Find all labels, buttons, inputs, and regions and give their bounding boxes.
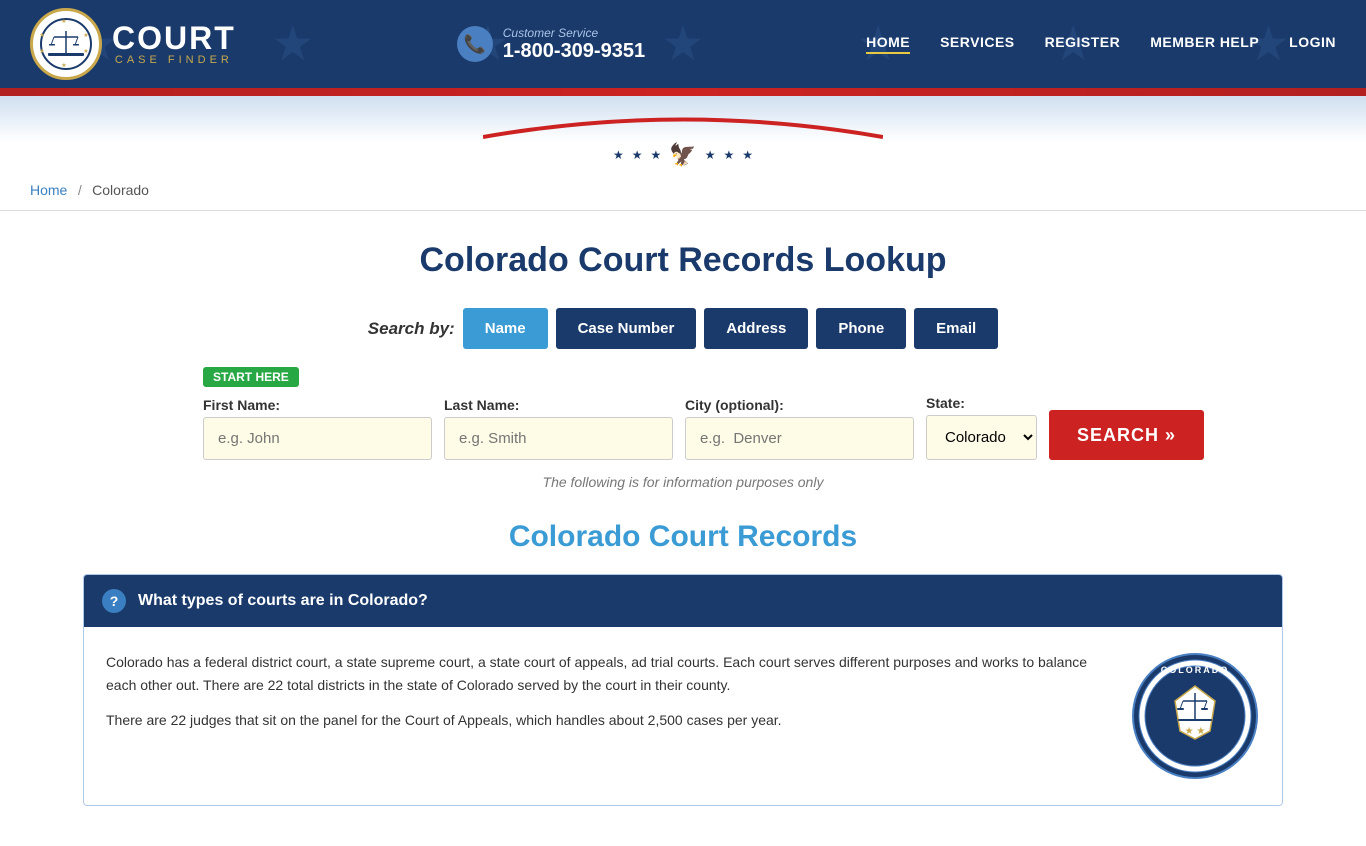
faq-item-1: ? What types of courts are in Colorado? …	[83, 574, 1283, 806]
tab-name[interactable]: Name	[463, 308, 548, 349]
start-here-badge: START HERE	[203, 367, 299, 387]
state-group: State: Colorado	[926, 395, 1037, 460]
logo-icon: ★ ★ ★ ★ ★ ★	[30, 8, 102, 80]
city-group: City (optional):	[685, 397, 914, 460]
search-button[interactable]: SEARCH »	[1049, 410, 1204, 460]
eagle-star-left-2: ★	[632, 148, 643, 162]
logo[interactable]: ★ ★ ★ ★ ★ ★ COURT CASE FINDER	[30, 8, 236, 80]
logo-court-text: COURT	[112, 22, 236, 54]
phone-icon: 📞	[457, 26, 493, 62]
logo-text: COURT CASE FINDER	[112, 22, 236, 66]
faq-container: ? What types of courts are in Colorado? …	[83, 574, 1283, 806]
svg-text:★: ★	[39, 32, 44, 39]
svg-text:★: ★	[83, 32, 88, 39]
tab-phone[interactable]: Phone	[816, 308, 906, 349]
breadcrumb-current: Colorado	[92, 182, 149, 198]
last-name-label: Last Name:	[444, 397, 673, 413]
search-by-label: Search by:	[368, 319, 455, 339]
page-title: Colorado Court Records Lookup	[20, 241, 1346, 280]
faq-body-text-1: Colorado has a federal district court, a…	[106, 651, 1110, 781]
faq-body-1: Colorado has a federal district court, a…	[84, 627, 1282, 805]
faq-para-2: There are 22 judges that sit on the pane…	[106, 709, 1110, 732]
eagle-arc-svg	[483, 102, 883, 142]
customer-service-text: Customer Service 1-800-309-9351	[503, 26, 645, 63]
form-row: First Name: Last Name: City (optional): …	[203, 395, 1163, 460]
eagle-star-right-2: ★	[723, 148, 734, 162]
faq-header-text-1: What types of courts are in Colorado?	[138, 592, 428, 610]
nav-member-help[interactable]: MEMBER HELP	[1150, 34, 1259, 54]
tab-email[interactable]: Email	[914, 308, 998, 349]
first-name-label: First Name:	[203, 397, 432, 413]
star-2: ★	[271, 16, 314, 72]
last-name-input[interactable]	[444, 417, 673, 460]
eagle-stars-row: ★ ★ ★ 🦅 ★ ★ ★	[613, 142, 753, 168]
tab-case-number[interactable]: Case Number	[556, 308, 697, 349]
breadcrumb-separator: /	[78, 182, 82, 198]
eagle-banner: ★ ★ ★ 🦅 ★ ★ ★	[0, 96, 1366, 172]
state-select[interactable]: Colorado	[926, 415, 1037, 460]
main-content: Colorado Court Records Lookup Search by:…	[0, 211, 1366, 846]
first-name-input[interactable]	[203, 417, 432, 460]
eagle-star-right-3: ★	[742, 148, 753, 162]
eagle-star-left-1: ★	[613, 148, 624, 162]
info-note: The following is for information purpose…	[203, 474, 1163, 490]
eagle-star-right-1: ★	[705, 148, 716, 162]
breadcrumb-home[interactable]: Home	[30, 182, 67, 198]
site-header: ★ ★ ★ ★ ★ ★ ★ ★ ★ ★ ★ ★ ★	[0, 0, 1366, 88]
eagle-star-left-3: ★	[651, 148, 662, 162]
form-area: START HERE First Name: Last Name: City (…	[203, 367, 1163, 460]
first-name-group: First Name:	[203, 397, 432, 460]
main-nav: HOME SERVICES REGISTER MEMBER HELP LOGIN	[866, 34, 1336, 54]
nav-services[interactable]: SERVICES	[940, 34, 1015, 54]
eagle-symbol: 🦅	[669, 142, 696, 168]
city-input[interactable]	[685, 417, 914, 460]
search-by-row: Search by: Name Case Number Address Phon…	[203, 308, 1163, 349]
nav-register[interactable]: REGISTER	[1045, 34, 1121, 54]
faq-question-icon: ?	[102, 589, 126, 613]
svg-text:★: ★	[61, 18, 66, 25]
nav-home[interactable]: HOME	[866, 34, 910, 54]
star-4: ★	[661, 16, 704, 72]
cs-phone: 1-800-309-9351	[503, 40, 645, 63]
logo-case-finder-text: CASE FINDER	[112, 54, 236, 66]
state-label: State:	[926, 395, 1037, 411]
faq-para-1: Colorado has a federal district court, a…	[106, 651, 1110, 697]
cs-label: Customer Service	[503, 26, 645, 40]
tab-address[interactable]: Address	[704, 308, 808, 349]
nav-login[interactable]: LOGIN	[1289, 34, 1336, 54]
svg-text:★ ★: ★ ★	[1185, 726, 1206, 737]
eagle-content: ★ ★ ★ 🦅 ★ ★ ★	[483, 102, 883, 168]
svg-text:COLORADO: COLORADO	[1161, 665, 1230, 675]
svg-text:★: ★	[39, 48, 44, 55]
svg-text:★: ★	[61, 62, 66, 69]
breadcrumb: Home / Colorado	[0, 172, 1366, 211]
city-label: City (optional):	[685, 397, 914, 413]
header-red-stripe	[0, 88, 1366, 96]
records-title: Colorado Court Records	[20, 520, 1346, 554]
faq-header-1[interactable]: ? What types of courts are in Colorado?	[84, 575, 1282, 627]
customer-service: 📞 Customer Service 1-800-309-9351	[457, 26, 645, 63]
colorado-seal: COLORADO ★ ★	[1130, 651, 1260, 781]
svg-text:★: ★	[83, 48, 88, 55]
search-section: Search by: Name Case Number Address Phon…	[203, 308, 1163, 490]
last-name-group: Last Name:	[444, 397, 673, 460]
